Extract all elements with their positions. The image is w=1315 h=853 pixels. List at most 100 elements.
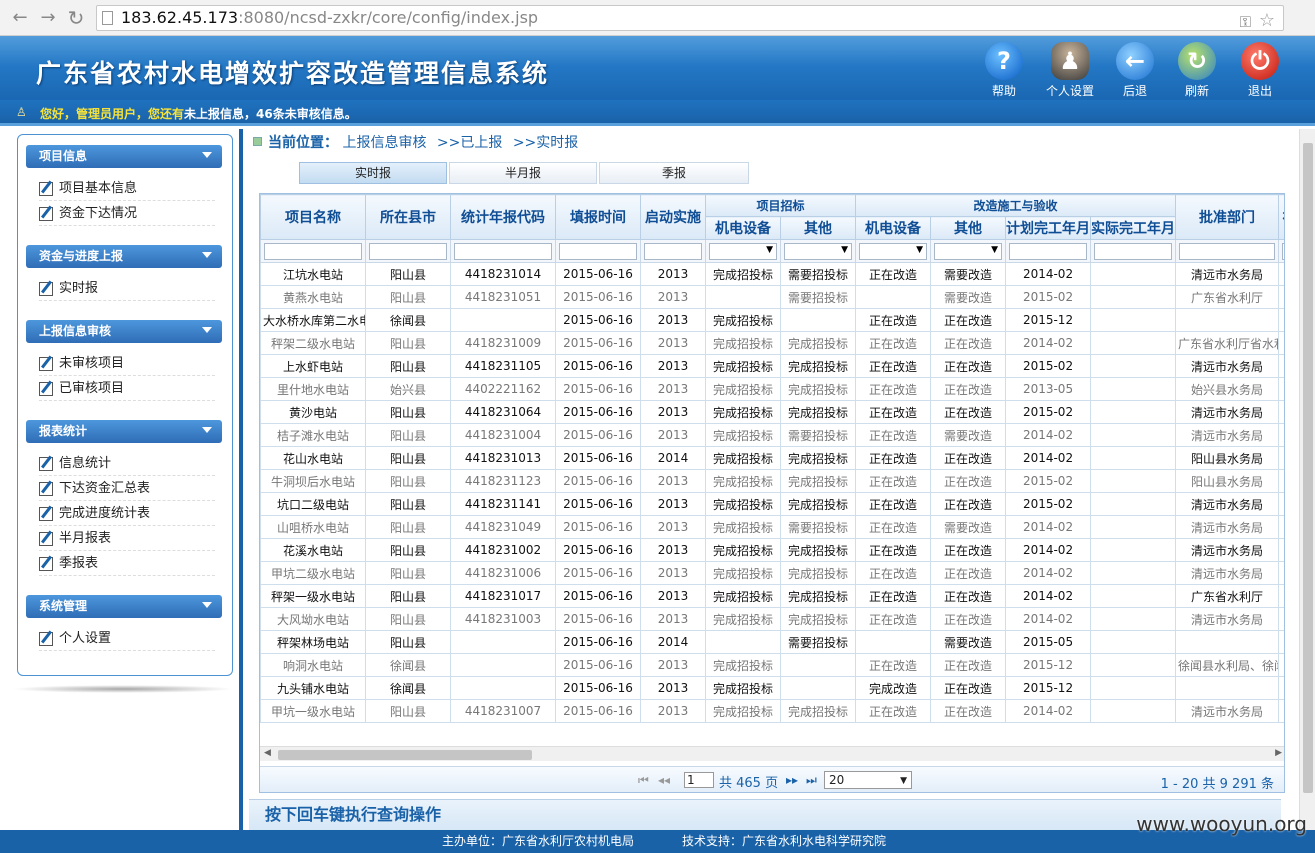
sidebar-item-reviewed[interactable]: 已审核项目 <box>39 377 215 401</box>
scrollbar-thumb[interactable] <box>278 750 532 760</box>
refresh-button[interactable]: ↻ 刷新 <box>1165 38 1229 99</box>
filter-input[interactable] <box>1282 242 1284 260</box>
page-number-input[interactable]: 1 <box>684 772 714 788</box>
scroll-right-icon[interactable]: ▶ <box>1275 748 1282 758</box>
table-row[interactable]: 秤架林场电站 阳山县 2015-06-16 2014 需要招投标 需要改造 2015-05 <box>260 630 1284 654</box>
column-header[interactable]: 所在县市 <box>365 194 451 240</box>
column-header[interactable]: 填报时间 <box>555 194 641 240</box>
horizontal-scrollbar[interactable]: ◀ ▶ <box>260 746 1284 761</box>
table-row[interactable]: 花溪水电站 阳山县 4418231002 2015-06-16 2013 完成招投标 完成招… <box>260 538 1284 562</box>
bookmark-star-icon[interactable]: ☆ <box>1259 9 1275 33</box>
key-icon[interactable]: ⚿ <box>1240 10 1251 34</box>
table-row[interactable]: 黄燕水电站 阳山县 4418231051 2015-06-16 2013 需要招投标 需要改… <box>260 285 1284 309</box>
sidebar-item-progress-stats[interactable]: 完成进度统计表 <box>39 502 215 526</box>
sidebar-section-report-stats[interactable]: 报表统计 <box>26 420 222 443</box>
tab-realtime[interactable]: 实时报 <box>299 162 447 184</box>
filter-select[interactable] <box>859 242 928 260</box>
column-header[interactable]: 实际完工年月 <box>1090 216 1177 240</box>
sidebar-item-info-stats[interactable]: 信息统计 <box>39 452 215 476</box>
table-row[interactable]: 花山水电站 阳山县 4418231013 2015-06-16 2014 完成招投标 完成招… <box>260 446 1284 470</box>
last-page-icon[interactable]: ⏭ <box>806 773 817 788</box>
forward-arrow-icon[interactable]: → <box>36 6 60 30</box>
filter-input[interactable] <box>1094 242 1173 260</box>
logout-button[interactable]: ⏻ 退出 <box>1228 38 1292 99</box>
filter-input[interactable] <box>559 242 637 260</box>
table-cell: 黄沙电站 <box>260 400 366 424</box>
scroll-left-icon[interactable]: ◀ <box>264 748 271 758</box>
table-row[interactable]: 甲坑二级水电站 阳山县 4418231006 2015-06-16 2013 完成招投标完… <box>260 561 1284 585</box>
page-size-select[interactable]: 20 <box>824 771 912 789</box>
filter-cell <box>930 239 1007 263</box>
column-header[interactable]: 启动实施 <box>640 194 706 240</box>
sidebar-item-fund-summary[interactable]: 下达资金汇总表 <box>39 477 215 501</box>
vertical-scrollbar[interactable] <box>1299 129 1315 830</box>
table-row[interactable]: 九头铺水电站 徐闻县 2015-06-16 2013 完成招投标 完成改造 正在改造 2015… <box>260 676 1284 700</box>
sidebar-item-unreviewed[interactable]: 未审核项目 <box>39 352 215 376</box>
table-cell: 正在改造 <box>855 699 932 723</box>
table-row[interactable]: 山咀桥水电站 阳山县 4418231049 2015-06-16 2013 完成招投标 需要… <box>260 515 1284 539</box>
address-bar[interactable]: 183.62.45.173:8080/ncsd-zxkr/core/config… <box>96 5 1284 31</box>
table-cell: 4418231006 <box>450 561 556 585</box>
sidebar-item-quarter-report[interactable]: 季报表 <box>39 552 215 576</box>
back-arrow-icon[interactable]: ← <box>8 6 32 30</box>
sidebar-item-personal-settings[interactable]: 个人设置 <box>39 627 215 651</box>
table-row[interactable]: 坑口二级电站 阳山县 4418231141 2015-06-16 2013 完成招投标 完成… <box>260 492 1284 516</box>
sidebar-section-project-info[interactable]: 项目信息 <box>26 145 222 168</box>
prev-page-icon[interactable]: ◂◂ <box>658 773 670 787</box>
table-row[interactable]: 黄沙电站 阳山县 4418231064 2015-06-16 2013 完成招投标 完成招投… <box>260 400 1284 424</box>
table-row[interactable]: 桔子滩水电站 阳山县 4418231004 2015-06-16 2013 完成招投标 需要… <box>260 423 1284 447</box>
sidebar-item-halfmonth-report[interactable]: 半月报表 <box>39 527 215 551</box>
column-header[interactable]: 机电设备 <box>855 216 932 240</box>
column-header[interactable]: 初 <box>1278 194 1284 240</box>
breadcrumb-item[interactable]: 上报信息审核 <box>342 135 426 151</box>
table-row[interactable]: 里什地水电站 始兴县 4402221162 2015-06-16 2013 完成招投标 完成… <box>260 377 1284 401</box>
filter-input[interactable] <box>1179 242 1276 260</box>
table-row[interactable]: 响洞水电站 徐闻县 2015-06-16 2013 完成招投标 正在改造 正在改造 2015-… <box>260 653 1284 677</box>
user-settings-button[interactable]: ♟ 个人设置 <box>1038 38 1102 99</box>
table-row[interactable]: 甲坑一级水电站 阳山县 4418231007 2015-06-16 2013 完成招投标完… <box>260 699 1284 723</box>
filter-input[interactable] <box>644 242 702 260</box>
table-cell: 正在改造 <box>855 515 932 539</box>
column-header[interactable]: 机电设备 <box>705 216 781 240</box>
column-header[interactable]: 批准部门 <box>1175 194 1280 240</box>
filter-input[interactable] <box>264 242 362 260</box>
reload-icon[interactable]: ↻ <box>64 6 88 30</box>
breadcrumb-item[interactable]: >>已上报 <box>437 135 502 151</box>
help-button[interactable]: ? 帮助 <box>972 38 1036 99</box>
sidebar-item-fund-allocation[interactable]: 资金下达情况 <box>39 202 215 226</box>
location-icon <box>253 137 262 146</box>
breadcrumb-item[interactable]: >>实时报 <box>513 135 578 151</box>
sidebar-section-fund-progress[interactable]: 资金与进度上报 <box>26 245 222 268</box>
filter-select[interactable] <box>934 242 1003 260</box>
sidebar-section-system[interactable]: 系统管理 <box>26 595 222 618</box>
sidebar-item-project-basic-info[interactable]: 项目基本信息 <box>39 177 215 201</box>
table-row[interactable]: 江坑水电站 阳山县 4418231014 2015-06-16 2013 完成招投标 需要招… <box>260 262 1284 286</box>
filter-input[interactable] <box>369 242 447 260</box>
scrollbar-thumb[interactable] <box>1303 143 1313 793</box>
table-row[interactable]: 秤架二级水电站 阳山县 4418231009 2015-06-16 2013 完成招投标完… <box>260 331 1284 355</box>
table-row[interactable]: 大水桥水库第二水电站徐闻县 2015-06-162013完成招投标 正在改造正在改造… <box>260 308 1284 332</box>
tab-halfmonth[interactable]: 半月报 <box>449 162 597 184</box>
table-cell: 阳山县 <box>365 446 451 470</box>
column-header[interactable]: 项目名称 <box>260 194 366 240</box>
table-row[interactable]: 大风坳水电站 阳山县 4418231003 2015-06-16 2013 完成招投标 完成… <box>260 607 1284 631</box>
next-page-icon[interactable]: ▸▸ <box>786 773 798 787</box>
column-header[interactable]: 计划完工年月 <box>1005 216 1092 240</box>
filter-select[interactable] <box>709 242 777 260</box>
table-row[interactable]: 牛洞坝后水电站 阳山县 4418231123 2015-06-16 2013 完成招投标完… <box>260 469 1284 493</box>
column-header[interactable]: 其他 <box>779 216 857 240</box>
table-cell: 阳山县 <box>365 630 451 654</box>
table-row[interactable]: 上水虾电站 阳山县 4418231105 2015-06-16 2013 完成招投标 完成招… <box>260 354 1284 378</box>
filter-input[interactable] <box>1009 242 1088 260</box>
filter-select[interactable] <box>784 242 853 260</box>
welcome-message[interactable]: 未上报信息，46条未审核信息。 <box>184 107 357 121</box>
column-header[interactable]: 其他 <box>930 216 1007 240</box>
table-row[interactable]: 秤架一级水电站 阳山县 4418231017 2015-06-16 2013 完成招投标完… <box>260 584 1284 608</box>
column-header[interactable]: 统计年报代码 <box>450 194 556 240</box>
filter-input[interactable] <box>454 242 552 260</box>
first-page-icon[interactable]: ⏮ <box>638 773 649 788</box>
back-button[interactable]: ← 后退 <box>1103 38 1167 99</box>
sidebar-item-realtime-report[interactable]: 实时报 <box>39 277 215 301</box>
sidebar-section-report-review[interactable]: 上报信息审核 <box>26 320 222 343</box>
tab-quarter[interactable]: 季报 <box>599 162 749 184</box>
